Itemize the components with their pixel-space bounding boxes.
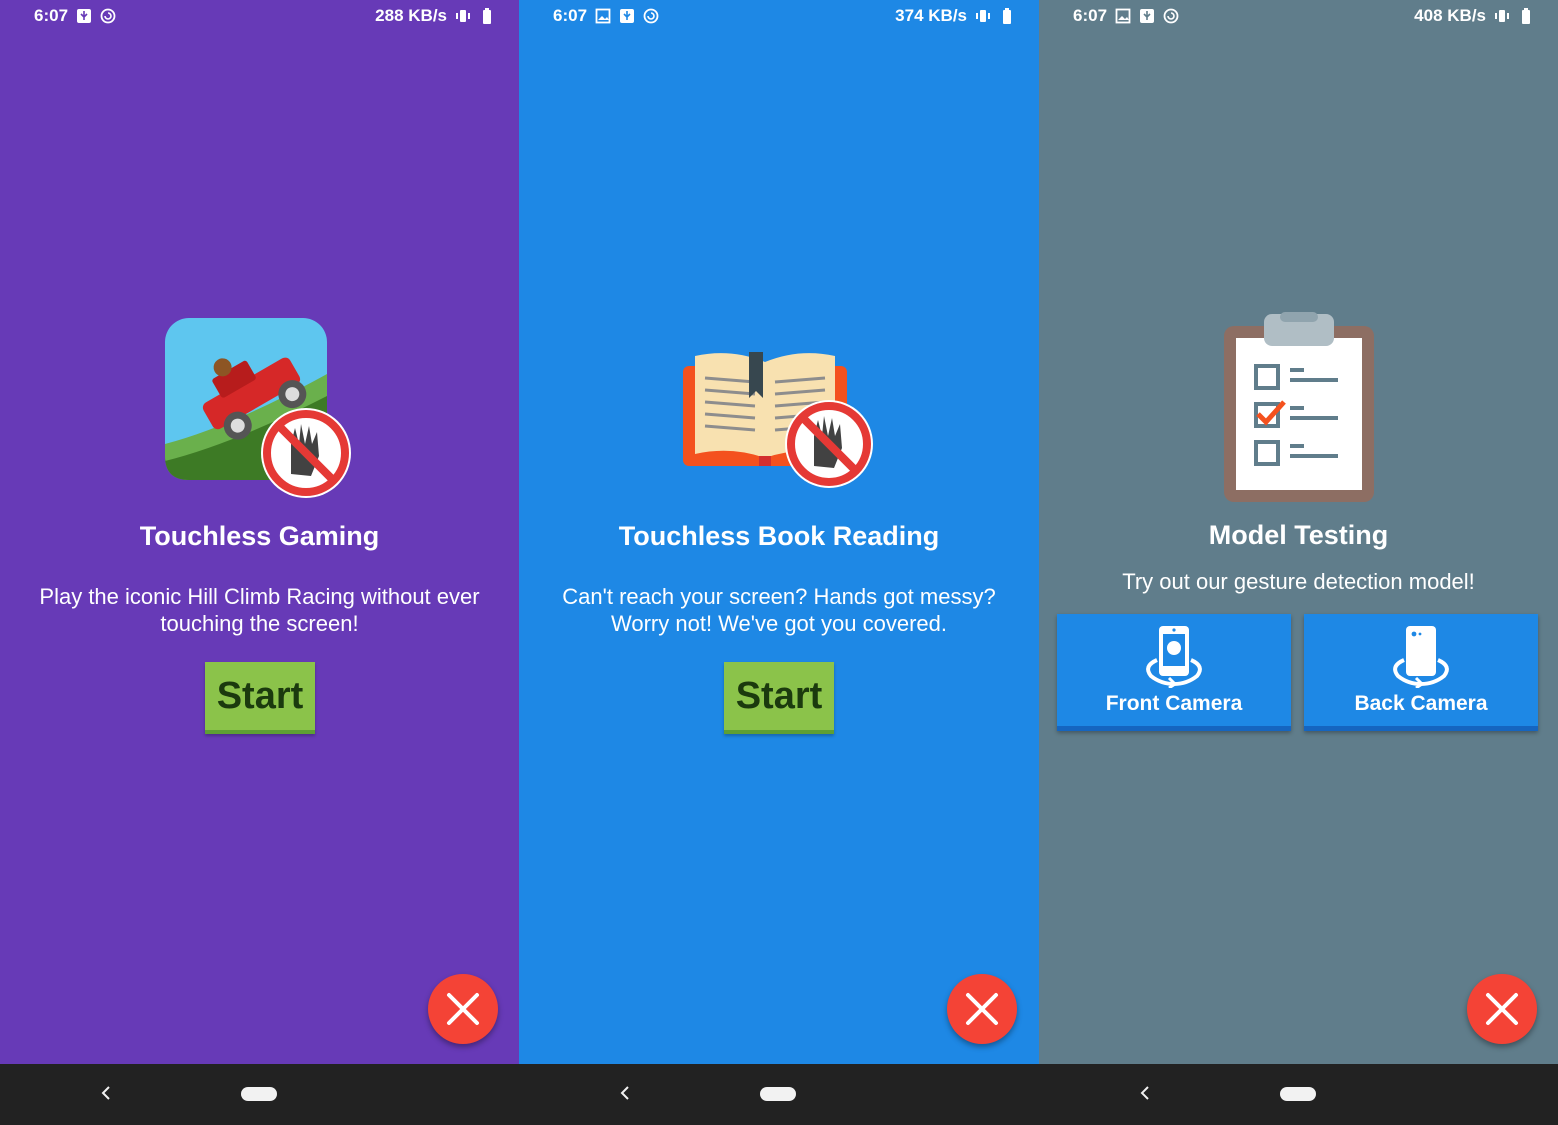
close-icon [966, 993, 998, 1025]
back-chevron-icon[interactable] [1139, 1084, 1151, 1102]
status-bar: 6:07 374 KB/s [519, 0, 1039, 32]
navigation-bar [519, 1064, 1039, 1125]
screen-title: Model Testing [1208, 520, 1389, 550]
status-bar: 6:07 288 KB/s [0, 0, 519, 32]
back-chevron-icon[interactable] [100, 1084, 112, 1102]
usb-icon [1140, 9, 1155, 23]
screen-description: Try out our gesture detection model! [1122, 569, 1475, 594]
image-icon [1115, 8, 1131, 24]
front-camera-label: Front Camera [1105, 692, 1243, 715]
close-icon [1486, 993, 1518, 1025]
vibrate-icon [1495, 10, 1509, 22]
description-line: Worry not! We've got you covered. [611, 611, 947, 636]
battery-icon [483, 8, 491, 24]
status-time: 6:07 [34, 6, 69, 25]
close-button[interactable] [947, 974, 1017, 1044]
status-time: 6:07 [553, 6, 588, 25]
back-camera-label: Back Camera [1354, 692, 1488, 715]
network-speed: 374 KB/s [895, 6, 967, 25]
sync-icon [643, 8, 659, 24]
home-pill-icon[interactable] [1280, 1087, 1316, 1101]
close-icon [447, 993, 479, 1025]
description-line: Can't reach your screen? Hands got messy… [562, 584, 996, 609]
screen-title: Touchless Book Reading [618, 521, 940, 551]
description-line: Play the iconic Hill Climb Racing withou… [39, 584, 480, 609]
back-chevron-icon[interactable] [619, 1084, 631, 1102]
screen-model-testing: 6:07 408 KB/s Model Testing Try out our [1039, 0, 1558, 1125]
screen-title: Touchless Gaming [139, 521, 380, 551]
front-camera-icon [1146, 626, 1202, 688]
home-pill-icon[interactable] [760, 1087, 796, 1101]
close-button[interactable] [428, 974, 498, 1044]
home-pill-icon[interactable] [241, 1087, 277, 1101]
hill-climb-no-touch-icon [165, 318, 351, 498]
back-camera-button[interactable]: Back Camera [1304, 614, 1538, 731]
book-no-touch-icon [683, 352, 873, 488]
status-bar: 6:07 408 KB/s [1039, 0, 1558, 32]
front-camera-button[interactable]: Front Camera [1057, 614, 1291, 731]
sync-icon [100, 8, 116, 24]
screen-touchless-book-reading: 6:07 374 KB/s Touchless Book Reading Can… [519, 0, 1039, 1125]
screen-description: Play the iconic Hill Climb Racing withou… [20, 583, 499, 637]
usb-icon [77, 9, 92, 23]
start-button[interactable]: Start [724, 662, 834, 734]
network-speed: 408 KB/s [1414, 6, 1486, 25]
screen-touchless-gaming: 6:07 288 KB/s Touchless Gaming Play the … [0, 0, 519, 1125]
back-camera-icon [1393, 626, 1449, 688]
battery-icon [1522, 8, 1530, 24]
usb-icon [620, 9, 635, 23]
description-line: touching the screen! [160, 611, 359, 636]
status-time: 6:07 [1073, 6, 1108, 25]
clipboard-checklist-icon [1224, 312, 1374, 502]
close-button[interactable] [1467, 974, 1537, 1044]
battery-icon [1003, 8, 1011, 24]
start-button[interactable]: Start [205, 662, 315, 734]
navigation-bar [0, 1064, 519, 1125]
navigation-bar [1039, 1064, 1558, 1125]
vibrate-icon [976, 10, 990, 22]
vibrate-icon [456, 10, 470, 22]
image-icon [595, 8, 611, 24]
network-speed: 288 KB/s [375, 6, 447, 25]
screen-description: Can't reach your screen? Hands got messy… [539, 583, 1019, 637]
sync-icon [1163, 8, 1179, 24]
